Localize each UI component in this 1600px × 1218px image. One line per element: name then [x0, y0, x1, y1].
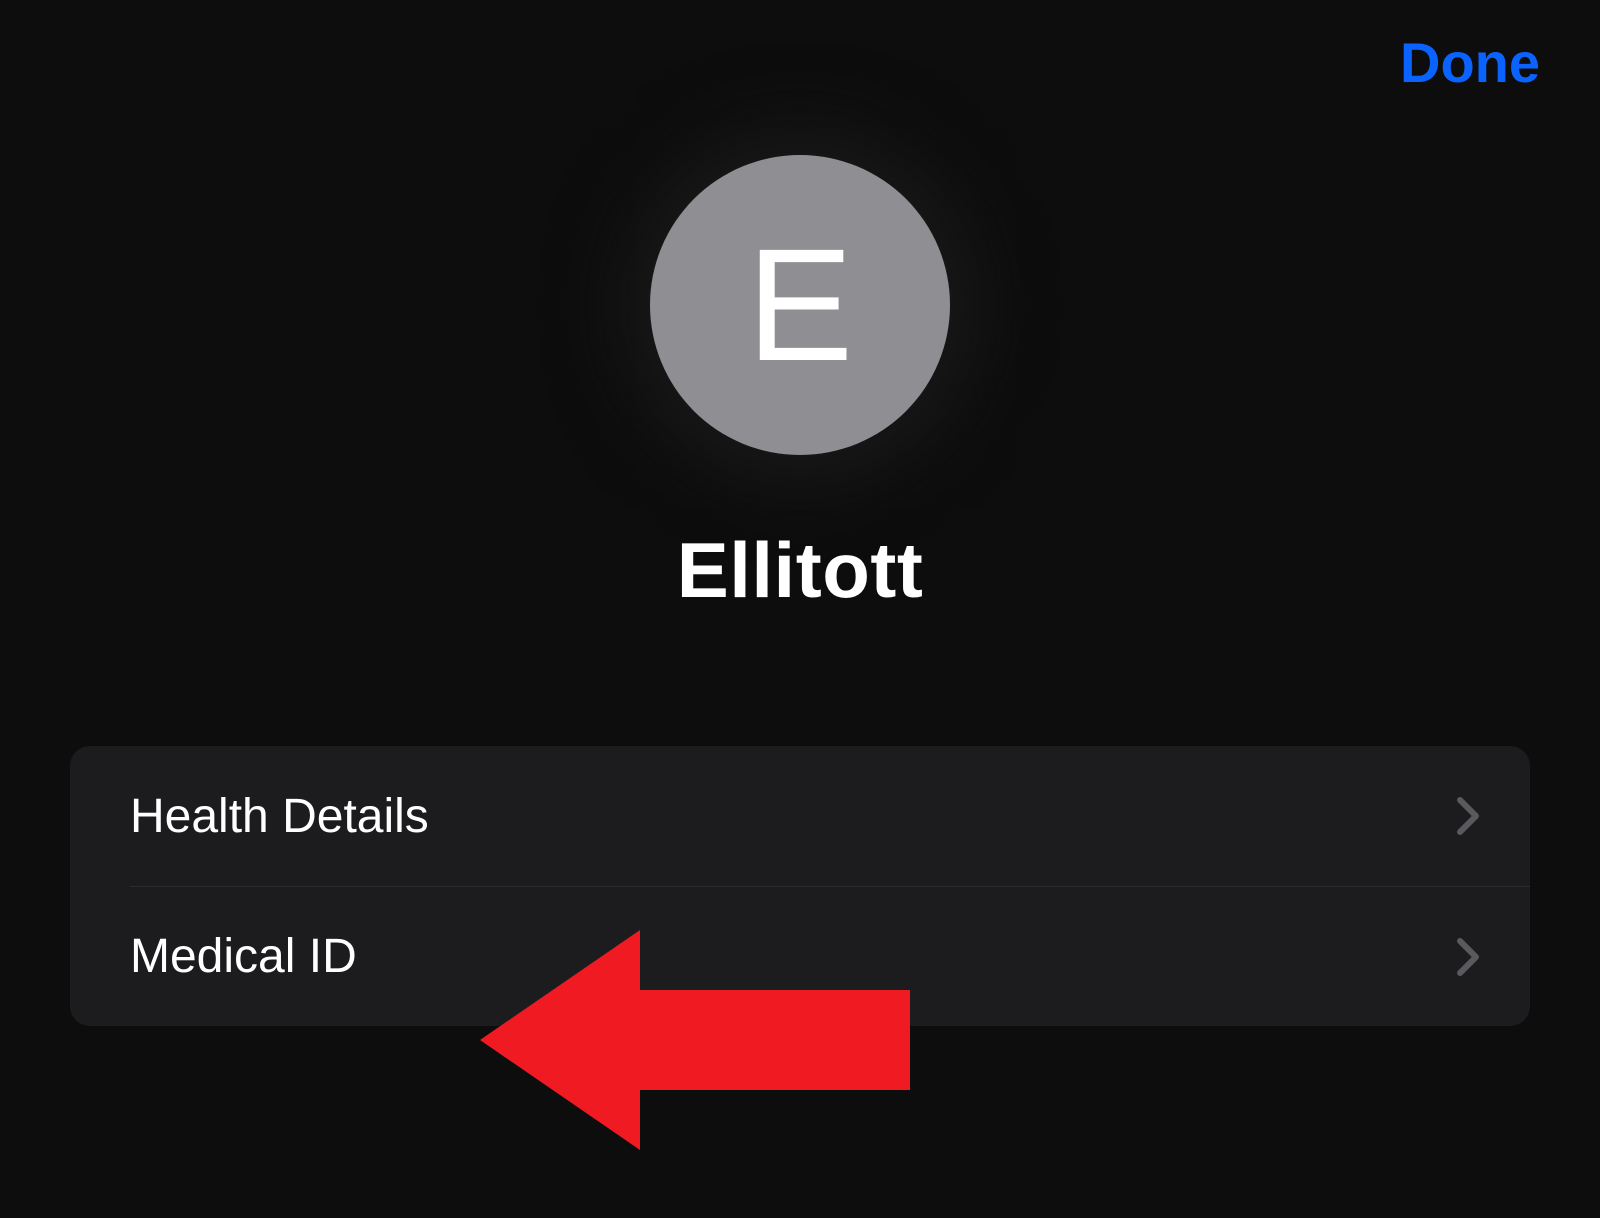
avatar: E: [650, 155, 950, 455]
profile-section: E Ellitott: [0, 155, 1600, 616]
chevron-right-icon: [1456, 937, 1480, 977]
row-label: Medical ID: [130, 929, 357, 984]
avatar-initial: E: [747, 213, 854, 397]
header-bar: Done: [0, 0, 1600, 95]
row-label: Health Details: [130, 789, 429, 844]
profile-name: Ellitott: [677, 525, 924, 616]
chevron-right-icon: [1456, 796, 1480, 836]
row-medical-id[interactable]: Medical ID: [130, 886, 1530, 1026]
row-health-details[interactable]: Health Details: [70, 746, 1530, 886]
settings-list: Health Details Medical ID: [70, 746, 1530, 1026]
done-button[interactable]: Done: [1400, 30, 1540, 95]
